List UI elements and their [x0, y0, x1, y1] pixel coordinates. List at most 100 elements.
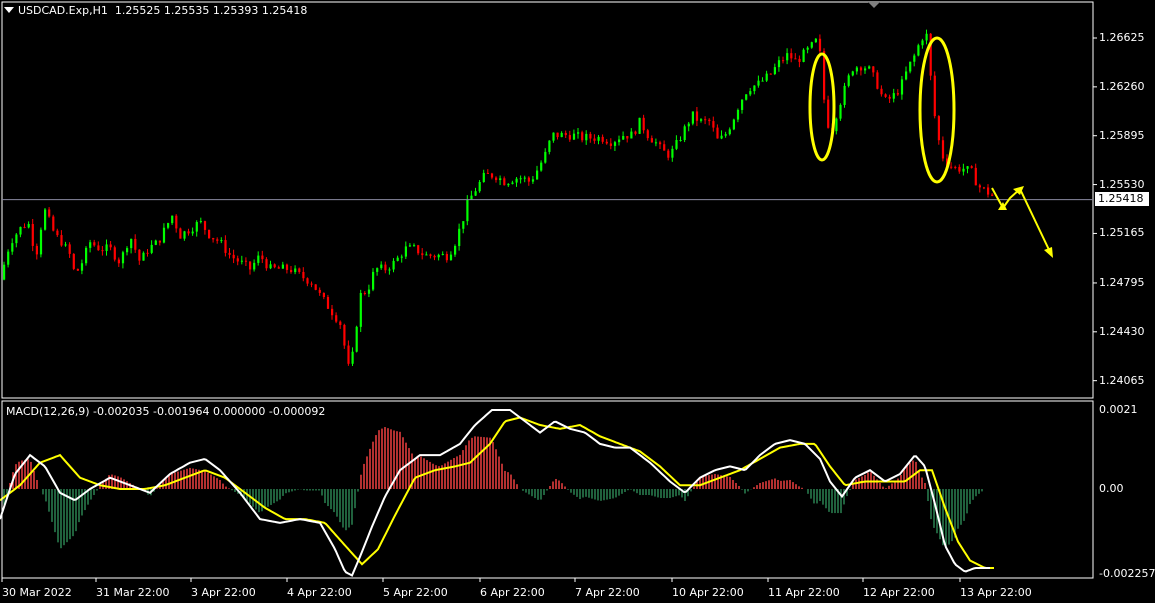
collapse-triangle-icon[interactable]: [4, 7, 14, 13]
candle-body: [388, 269, 391, 271]
candle-body: [253, 262, 256, 270]
candle-body: [158, 240, 161, 243]
candle-body: [941, 140, 945, 159]
time-tick-label: 7 Apr 22:00: [575, 586, 640, 599]
candle-body: [519, 178, 522, 180]
candle-body: [421, 253, 424, 256]
candle-body: [105, 244, 108, 251]
candle-body: [950, 166, 953, 168]
candle-body: [704, 119, 707, 121]
candle-body: [917, 45, 920, 56]
candle-body: [187, 231, 190, 234]
price-tick-label: 1.26625: [1099, 31, 1145, 44]
candle-body: [523, 177, 526, 179]
candle-body: [277, 267, 280, 269]
candle-body: [716, 127, 719, 139]
candle-body: [384, 264, 387, 271]
candle-body: [380, 264, 383, 269]
candle-body: [31, 223, 34, 246]
candle-body: [326, 297, 330, 309]
shift-marker-icon[interactable]: [868, 2, 880, 8]
candle-body: [150, 244, 153, 253]
candle-body: [544, 151, 547, 163]
candle-body: [437, 254, 440, 258]
candle-body: [392, 260, 395, 270]
arrowhead-icon: [1044, 247, 1053, 258]
candle-body: [736, 109, 740, 120]
candle-body: [257, 255, 260, 263]
candle-body: [27, 223, 30, 228]
candle-body: [568, 135, 571, 140]
candle-body: [44, 209, 47, 230]
candle-body: [408, 245, 412, 247]
candle-body: [363, 292, 366, 294]
macd-label: MACD(12,26,9) -0.002035 -0.001964 0.0000…: [6, 405, 326, 418]
macd-tick-label: 0.00: [1099, 482, 1124, 495]
candle-body: [101, 250, 104, 252]
candle-body: [835, 118, 838, 132]
candle-body: [724, 134, 727, 136]
candle-body: [355, 326, 358, 352]
candle-body: [347, 345, 350, 364]
candle-body: [15, 234, 18, 244]
candle-body: [892, 93, 895, 99]
candle-body: [396, 257, 399, 261]
candle-body: [896, 93, 899, 95]
candle-body: [851, 71, 854, 76]
candle-body: [146, 252, 149, 254]
candle-body: [905, 71, 908, 80]
candle-body: [310, 283, 313, 285]
candle-body: [511, 182, 514, 184]
candle-body: [298, 268, 301, 272]
price-tick-label: 1.26260: [1099, 79, 1145, 93]
candle-body: [864, 68, 867, 71]
candle-body: [281, 264, 284, 269]
time-tick-label: 4 Apr 22:00: [287, 586, 352, 599]
candle-body: [80, 263, 84, 271]
candle-body: [786, 53, 789, 61]
candle-body: [609, 143, 612, 146]
candle-body: [630, 131, 633, 139]
candle-body: [888, 96, 891, 99]
candle-body: [757, 80, 760, 86]
candle-body: [654, 142, 658, 144]
candle-body: [618, 139, 621, 143]
candle-body: [777, 60, 781, 68]
candle-body: [167, 223, 170, 228]
candle-body: [85, 247, 88, 264]
candle-body: [560, 132, 563, 138]
candle-body: [581, 132, 584, 141]
candle-body: [958, 166, 961, 172]
candle-body: [613, 142, 617, 146]
time-tick-label: 6 Apr 22:00: [480, 586, 545, 599]
candle-body: [991, 194, 994, 196]
candle-body: [195, 222, 198, 232]
candle-body: [859, 67, 863, 71]
candle-body: [839, 104, 842, 119]
highlight-ellipse: [918, 36, 956, 184]
macd-tick-label: 0.0021: [1099, 403, 1138, 416]
highlight-ellipse: [808, 52, 836, 162]
candle-body: [224, 240, 227, 253]
candle-body: [667, 150, 670, 158]
candle-body: [909, 61, 912, 72]
candle-body: [659, 142, 662, 145]
candle-body: [322, 292, 325, 298]
candle-body: [495, 177, 498, 181]
candle-body: [531, 179, 535, 182]
candle-body: [507, 183, 510, 186]
candle-body: [880, 88, 883, 95]
candle-body: [474, 191, 477, 196]
candle-body: [720, 135, 723, 139]
candle-body: [855, 67, 858, 72]
candle-body: [814, 38, 817, 43]
candle-body: [183, 231, 186, 239]
candle-body: [679, 139, 682, 141]
candle-body: [97, 245, 100, 251]
candle-body: [39, 229, 43, 255]
candle-body: [900, 79, 904, 95]
candle-body: [240, 260, 243, 262]
chart-canvas[interactable]: [0, 0, 1155, 603]
candle-body: [753, 85, 756, 92]
time-tick-label: 10 Apr 22:00: [672, 586, 744, 599]
